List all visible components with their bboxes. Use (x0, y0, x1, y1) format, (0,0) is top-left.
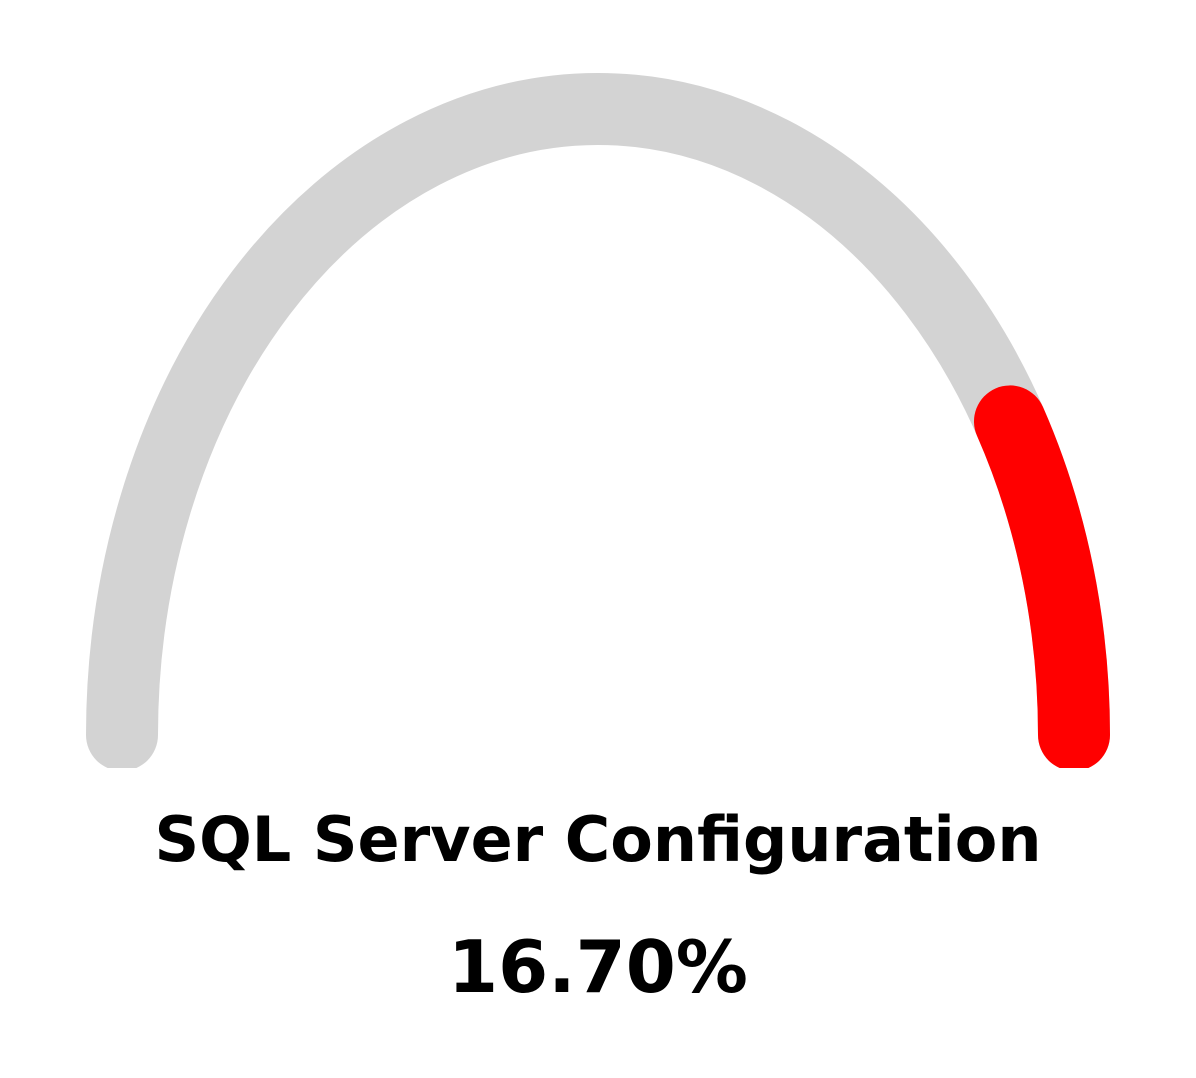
gauge-title: SQL Server Configuration (154, 803, 1042, 876)
gauge-chart (86, 73, 1110, 768)
gauge-fill (973, 385, 1110, 768)
gauge-track (86, 73, 1110, 768)
gauge-value-label: 16.70% (448, 925, 748, 1009)
